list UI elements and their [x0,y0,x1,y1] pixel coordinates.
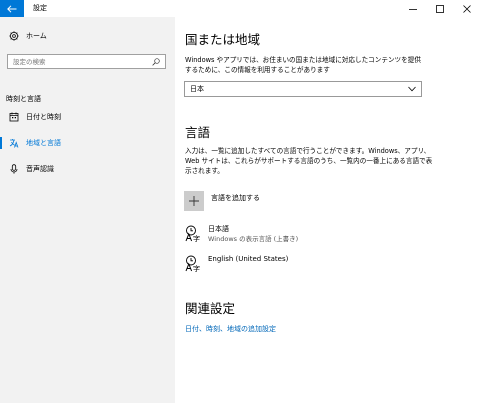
window-title: 設定 [33,4,47,12]
back-arrow-icon [7,4,17,13]
language-name: 日本語 [208,225,229,233]
minimize-button[interactable] [399,0,426,17]
maximize-icon [435,4,444,13]
close-icon [462,4,471,13]
chevron-down-icon [408,86,416,92]
language-pack-icon: 字 [185,255,200,272]
svg-text:字: 字 [193,234,200,242]
region-description: Windows やアプリでは、お住まいの国または地域に対応したコンテンツを提供す… [185,56,421,74]
microphone-icon [10,164,18,174]
add-language-button[interactable]: 言語を追加する [184,191,260,211]
plus-box [184,191,204,211]
calendar-icon [9,112,19,122]
language-text: 日本語 Windows の表示言語 (上書き) [208,225,298,244]
home-label: ホーム [26,32,47,40]
active-indicator [0,137,2,149]
language-description: 入力は、一覧に追加したすべての言語で行うことができます。Windows、アプリ、… [185,147,433,175]
sidebar-item-label: 地域と言語 [26,139,61,147]
language-item-english[interactable]: 字 English (United States) [185,255,288,272]
language-heading: 言語 [185,125,211,140]
search-icon[interactable] [152,58,160,66]
sidebar: ホーム 時刻と言語 日付と時刻 地域と言語 音声認識 [0,17,175,403]
sidebar-item-region-language[interactable]: 地域と言語 [0,135,175,151]
additional-date-time-region-settings-link[interactable]: 日付、時刻、地域の追加設定 [185,324,276,334]
language-item-japanese[interactable]: 字 日本語 Windows の表示言語 (上書き) [185,225,298,244]
section-title: 時刻と言語 [6,95,41,103]
settings-search-box[interactable] [7,54,166,69]
back-button[interactable] [0,0,24,17]
add-language-label: 言語を追加する [211,194,260,202]
language-subtitle: Windows の表示言語 (上書き) [208,235,299,243]
title-bar: 設定 [0,0,480,17]
search-input[interactable] [8,55,146,68]
language-icon [9,139,19,148]
home-nav-item[interactable]: ホーム [9,30,47,42]
language-text: English (United States) [208,255,288,264]
language-pack-icon: 字 [185,225,200,242]
country-region-dropdown[interactable]: 日本 [184,81,422,97]
main-content: 国または地域 Windows やアプリでは、お住まいの国または地域に対応したコン… [175,17,480,403]
plus-icon [189,196,199,206]
region-heading: 国または地域 [185,32,261,47]
gear-icon [9,31,19,41]
sidebar-item-label: 音声認識 [26,165,54,173]
close-button[interactable] [453,0,480,17]
window-controls [399,0,480,17]
maximize-button[interactable] [426,0,453,17]
related-settings-heading: 関連設定 [185,301,236,316]
sidebar-item-speech[interactable]: 音声認識 [0,161,175,177]
minimize-icon [408,8,417,10]
dropdown-value: 日本 [190,85,204,93]
sidebar-item-label: 日付と時刻 [26,113,61,121]
svg-text:字: 字 [193,264,200,272]
language-name: English (United States) [208,255,289,263]
sidebar-item-date-time[interactable]: 日付と時刻 [0,109,175,125]
